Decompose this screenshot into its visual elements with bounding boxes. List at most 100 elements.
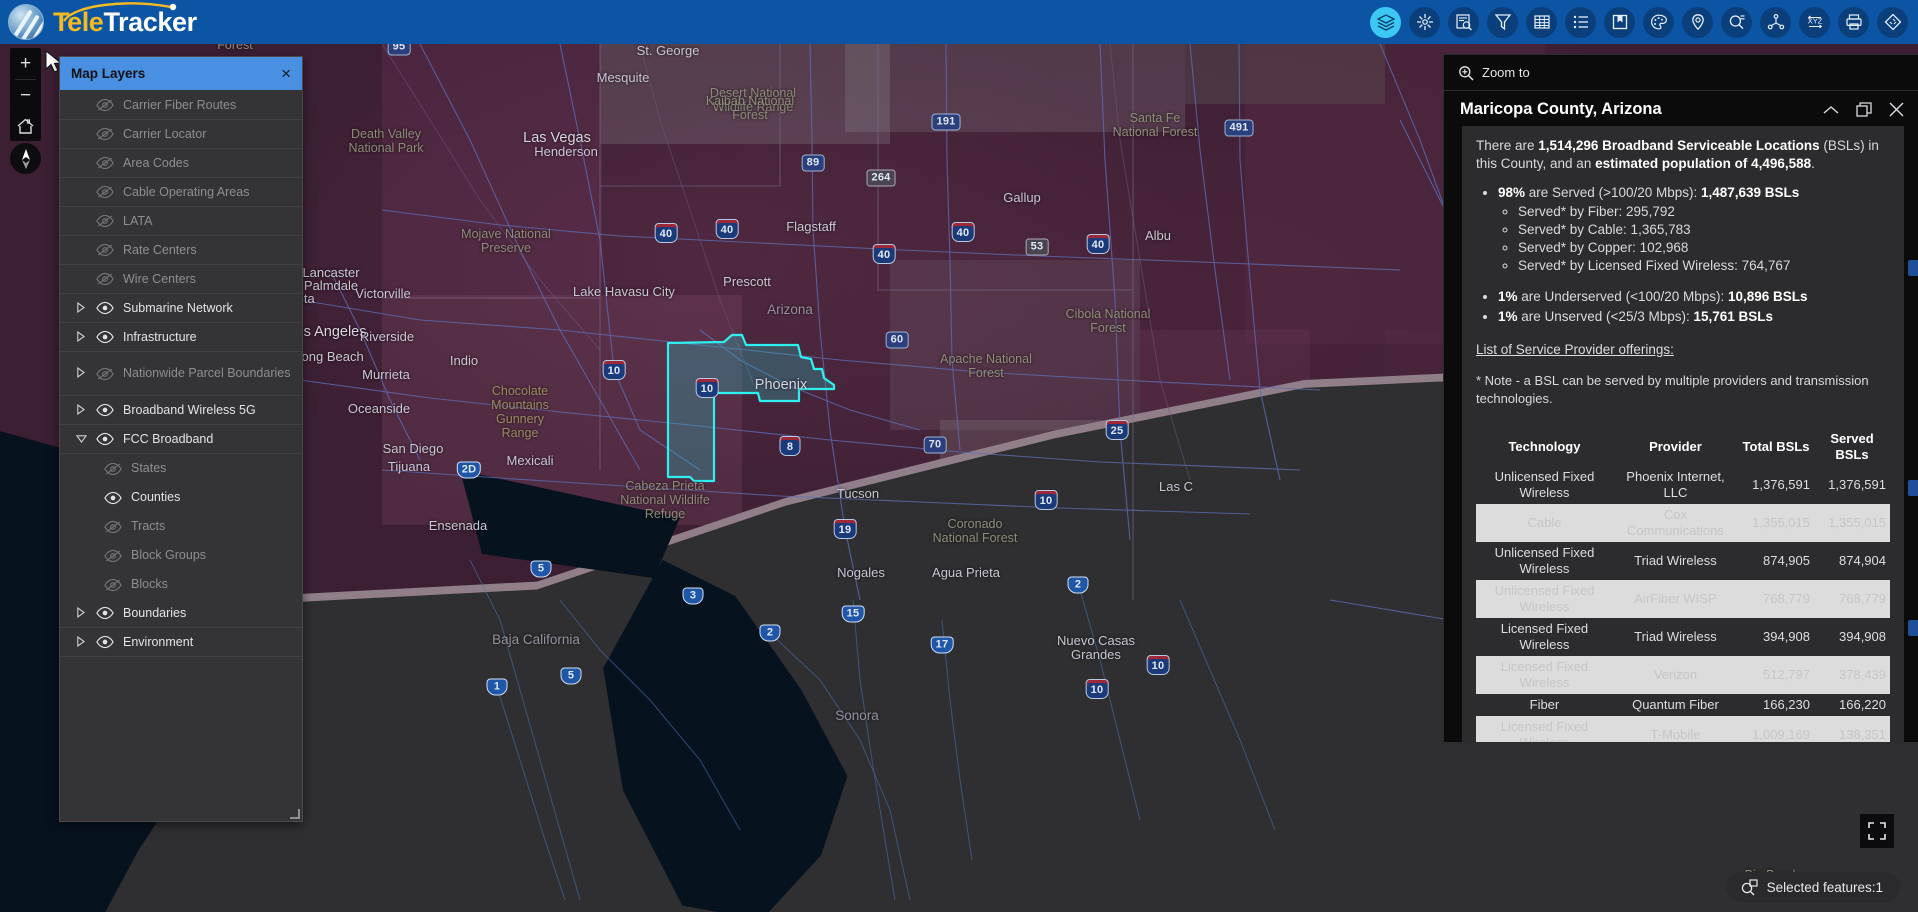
compass-button[interactable] <box>10 143 41 174</box>
eye-hidden-icon[interactable] <box>96 367 114 381</box>
layer-item-rate-centers[interactable]: Rate Centers <box>60 236 302 265</box>
eye-hidden-icon[interactable] <box>104 549 122 563</box>
toolbar-button-palette[interactable] <box>1643 7 1674 38</box>
chevron-right-icon[interactable] <box>76 607 85 618</box>
layer-item-carrier-locator[interactable]: Carrier Locator <box>60 120 302 149</box>
layer-item-area-codes[interactable]: Area Codes <box>60 149 302 178</box>
eye-hidden-icon[interactable] <box>104 462 122 476</box>
eye-visible-icon[interactable] <box>96 432 114 446</box>
layer-item-environment[interactable]: Environment <box>60 628 302 657</box>
toolbar-button-bookmark[interactable] <box>1604 7 1635 38</box>
highway-shield: 19 <box>834 519 857 539</box>
chevron-right-icon[interactable] <box>76 367 85 378</box>
layer-item-boundaries[interactable]: Boundaries <box>60 599 302 628</box>
layer-item-submarine-network[interactable]: Submarine Network <box>60 294 302 323</box>
eye-hidden-icon[interactable] <box>96 243 114 257</box>
zoom-to-button[interactable]: Zoom to <box>1444 55 1918 91</box>
served-breakdown-item: Served* by Licensed Fixed Wireless: 764,… <box>1518 257 1890 275</box>
eye-visible-icon[interactable] <box>96 301 114 315</box>
cell-provider: Triad Wireless <box>1613 618 1738 656</box>
eye-hidden-icon[interactable] <box>104 520 122 534</box>
selected-county-polygon[interactable] <box>666 333 851 485</box>
toolbar-button-measure[interactable] <box>1877 7 1908 38</box>
eye-visible-icon[interactable] <box>96 330 114 344</box>
toolbar-button-share[interactable] <box>1760 7 1791 38</box>
layer-item-states[interactable]: States <box>60 454 302 483</box>
layer-item-carrier-fiber-routes[interactable]: Carrier Fiber Routes <box>60 91 302 120</box>
eye-visible-icon[interactable] <box>104 491 122 505</box>
layer-expand-toggle[interactable] <box>76 367 87 380</box>
layer-item-lata[interactable]: LATA <box>60 207 302 236</box>
layer-item-infrastructure[interactable]: Infrastructure <box>60 323 302 352</box>
layer-item-fcc-broadband[interactable]: FCC Broadband <box>60 425 302 454</box>
eye-hidden-icon[interactable] <box>104 578 122 592</box>
layer-item-broadband-wireless-5g[interactable]: Broadband Wireless 5G <box>60 396 302 425</box>
toolbar-button-coordinates-xyz[interactable]: XYZ <box>1799 7 1830 38</box>
chevron-right-icon[interactable] <box>76 331 85 342</box>
chevron-right-icon[interactable] <box>76 302 85 313</box>
eye-hidden-icon[interactable] <box>96 156 114 170</box>
service-provider-link[interactable]: List of Service Provider offerings: <box>1476 341 1674 359</box>
dock-window-icon[interactable] <box>1856 102 1873 117</box>
toolbar-button-magic-select[interactable] <box>1409 7 1440 38</box>
table-row[interactable]: Unlicensed Fixed WirelessTriad Wireless8… <box>1476 542 1890 580</box>
zoom-in-button[interactable]: + <box>10 48 41 79</box>
table-row[interactable]: Licensed Fixed WirelessTriad Wireless394… <box>1476 618 1890 656</box>
eye-hidden-icon[interactable] <box>96 272 114 286</box>
layer-item-tracts[interactable]: Tracts <box>60 512 302 541</box>
layer-item-wire-centers[interactable]: Wire Centers <box>60 265 302 294</box>
brand-logo[interactable]: TeleTracker <box>0 4 197 40</box>
close-icon[interactable] <box>1889 102 1904 117</box>
layer-item-blocks[interactable]: Blocks <box>60 570 302 599</box>
eye-visible-icon[interactable] <box>96 606 114 620</box>
table-row[interactable]: Unlicensed Fixed WirelessAirFiber WISP76… <box>1476 580 1890 618</box>
chevron-down-icon[interactable] <box>76 434 87 443</box>
layer-expand-toggle[interactable] <box>76 434 87 445</box>
cell-total-bsls: 1,355,015 <box>1738 504 1814 542</box>
toolbar-button-legend[interactable] <box>1565 7 1596 38</box>
underserved-value: 10,896 BSLs <box>1728 289 1808 304</box>
toolbar-button-attribute-search[interactable] <box>1448 7 1479 38</box>
collapse-chevron-icon[interactable] <box>1822 104 1840 116</box>
layer-expand-toggle[interactable] <box>76 331 87 344</box>
fullscreen-button[interactable] <box>1860 814 1894 848</box>
home-extent-button[interactable] <box>10 110 41 141</box>
layer-expand-toggle[interactable] <box>76 404 87 417</box>
toolbar-button-filter[interactable] <box>1487 7 1518 38</box>
table-header-row: Technology Provider Total BSLs Served BS… <box>1476 428 1890 466</box>
table-row[interactable]: Unlicensed Fixed WirelessPhoenix Interne… <box>1476 466 1890 504</box>
chevron-right-icon[interactable] <box>76 404 85 415</box>
layer-item-counties[interactable]: Counties <box>60 483 302 512</box>
toolbar-button-layers[interactable] <box>1370 7 1401 38</box>
highway-shield: 70 <box>924 437 947 454</box>
zoom-out-button[interactable]: − <box>10 80 41 111</box>
toolbar-button-search-query[interactable] <box>1721 7 1752 38</box>
eye-hidden-icon[interactable] <box>96 127 114 141</box>
toolbar-button-location-pin[interactable] <box>1682 7 1713 38</box>
layer-expand-toggle[interactable] <box>76 302 87 315</box>
popup-actions <box>1822 102 1904 117</box>
layer-item-block-groups[interactable]: Block Groups <box>60 541 302 570</box>
layer-item-nationwide-parcel-boundaries[interactable]: Nationwide Parcel Boundaries <box>60 352 302 396</box>
table-row[interactable]: FiberQuantum Fiber166,230166,220 <box>1476 694 1890 716</box>
layer-expand-toggle[interactable] <box>76 636 87 649</box>
chevron-right-icon[interactable] <box>76 636 85 647</box>
cell-provider: Verizon <box>1613 656 1738 694</box>
eye-hidden-icon[interactable] <box>96 98 114 112</box>
highway-shield: 15 <box>842 606 865 623</box>
toolbar-button-table[interactable] <box>1526 7 1557 38</box>
table-row[interactable]: CableCox Communications1,355,0151,355,01… <box>1476 504 1890 542</box>
zoom-controls: + − <box>10 48 41 111</box>
table-row[interactable]: Licensed Fixed WirelessVerizon512,797378… <box>1476 656 1890 694</box>
eye-visible-icon[interactable] <box>96 403 114 417</box>
eye-hidden-icon[interactable] <box>96 185 114 199</box>
panel-resize-handle[interactable] <box>290 809 300 819</box>
eye-visible-icon[interactable] <box>96 635 114 649</box>
close-icon[interactable]: × <box>281 65 291 82</box>
eye-hidden-icon[interactable] <box>96 214 114 228</box>
table-row[interactable]: Licensed Fixed WirelessT-Mobile1,009,169… <box>1476 716 1890 742</box>
layer-expand-toggle[interactable] <box>76 607 87 620</box>
toolbar-button-print[interactable] <box>1838 7 1869 38</box>
layer-item-cable-operating-areas[interactable]: Cable Operating Areas <box>60 178 302 207</box>
selected-features-status[interactable]: Selected features:1 <box>1726 872 1900 902</box>
